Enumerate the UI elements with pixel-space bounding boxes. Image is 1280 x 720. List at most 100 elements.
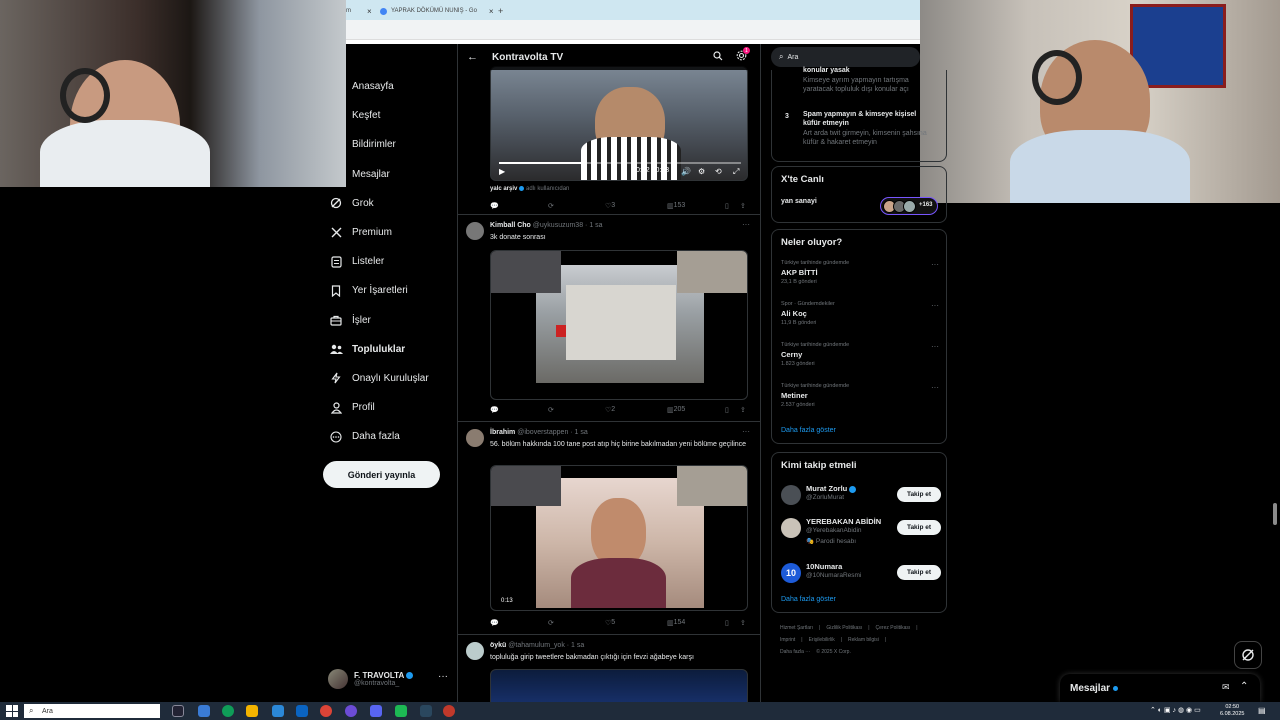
views-icon[interactable]: ▥ 153	[667, 202, 685, 210]
outlook-icon[interactable]	[296, 705, 308, 717]
nav-item-jobs[interactable]: İşler	[323, 306, 453, 335]
trend-item[interactable]: Spor · Gündemdekiler Ali Koç 11,9 B gönd…	[781, 301, 939, 341]
post-button[interactable]: Gönderi yayınla	[323, 461, 440, 488]
browser-address-bar[interactable]	[346, 20, 920, 40]
steam-icon[interactable]	[420, 705, 432, 717]
grok-button[interactable]	[1234, 641, 1262, 669]
live-listeners[interactable]: +163	[880, 197, 938, 215]
nav-item-lists[interactable]: Listeler	[323, 247, 453, 276]
follow-suggestion[interactable]: 10 10Numara @10NumaraResmi Takip et	[781, 559, 941, 589]
messages-drawer[interactable]: Mesajlar ✉ ⌃	[1060, 674, 1260, 702]
store-icon[interactable]	[272, 705, 284, 717]
bookmark-icon[interactable]: ▯	[725, 619, 729, 627]
share-icon[interactable]: ⇪	[740, 406, 746, 414]
views-icon[interactable]: ▥ 205	[667, 406, 685, 414]
like-icon[interactable]: ♡ 5	[605, 619, 615, 627]
footer-link[interactable]: Erişilebilirlik	[809, 637, 835, 643]
windows-start-icon[interactable]	[6, 705, 18, 717]
nav-item-notifications[interactable]: Bildirimler	[323, 130, 453, 159]
follow-button[interactable]: Takip et	[897, 487, 941, 502]
more-icon[interactable]: ···	[742, 427, 750, 436]
account-switcher[interactable]: F. TRAVOLTA @kontravolta_ ···	[328, 667, 452, 691]
share-icon[interactable]: ⇪	[740, 619, 746, 627]
more-icon[interactable]: ···	[931, 342, 939, 351]
follow-button[interactable]: Takip et	[897, 520, 941, 535]
search-icon[interactable]	[713, 51, 723, 64]
more-icon[interactable]: ···	[438, 671, 448, 682]
footer-link[interactable]: Hizmet Şartları	[780, 625, 813, 631]
show-more-link[interactable]: Daha fazla göster	[781, 596, 836, 603]
task-view-icon[interactable]	[172, 705, 184, 717]
tweet-video[interactable]: ▶ 0:12 / 0:33 🔊 ⚙ ⟲ ⤢	[490, 66, 748, 181]
retweet-icon[interactable]: ⟳	[548, 619, 554, 627]
search-input[interactable]: ⌕ Ara	[771, 47, 920, 67]
views-icon[interactable]: ▥ 154	[667, 619, 685, 627]
nav-item-bookmarks[interactable]: Yer İşaretleri	[323, 276, 453, 305]
chrome-icon[interactable]	[320, 705, 332, 717]
obs-icon[interactable]	[345, 705, 357, 717]
footer-link[interactable]: Çerez Politikası	[876, 625, 911, 631]
like-icon[interactable]: ♡ 3	[605, 202, 615, 210]
file-explorer-icon[interactable]	[246, 705, 258, 717]
nav-item-explore[interactable]: Keşfet	[323, 101, 453, 130]
nav-item-profile[interactable]: Profil	[323, 393, 453, 422]
more-icon[interactable]: ···	[742, 220, 750, 229]
browser-tab[interactable]: m ×	[346, 4, 372, 18]
trend-item[interactable]: Türkiye tarihinde gündemde AKP BİTTİ 23,…	[781, 260, 939, 300]
follow-button[interactable]: Takip et	[897, 565, 941, 580]
fullscreen-icon[interactable]: ⤢	[733, 167, 739, 177]
more-icon[interactable]: ···	[931, 301, 939, 310]
like-icon[interactable]: ♡ 2	[605, 406, 615, 414]
footer-link[interactable]: Daha fazla ···	[780, 649, 810, 655]
taskbar-clock[interactable]: 02:50 6.08.2025	[1220, 704, 1244, 718]
play-icon[interactable]: ▶	[499, 167, 505, 176]
back-arrow-icon[interactable]: ←	[467, 51, 478, 63]
discord-icon[interactable]	[370, 705, 382, 717]
more-icon[interactable]: ···	[931, 383, 939, 392]
loop-icon[interactable]: ⟲	[715, 167, 722, 176]
trend-item[interactable]: Türkiye tarihinde gündemde Cerny 1.823 g…	[781, 342, 939, 382]
compose-icon[interactable]: ✉	[1222, 682, 1230, 693]
video-progress[interactable]	[499, 162, 741, 164]
nav-item-communities[interactable]: Topluluklar	[323, 335, 453, 364]
nav-item-more[interactable]: Daha fazla	[323, 422, 453, 451]
follow-suggestion[interactable]: Murat Zorlu @ZorluMurat Takip et	[781, 481, 941, 511]
scrollbar-thumb[interactable]	[1273, 503, 1277, 525]
tweet-video[interactable]: 0:13	[490, 465, 748, 611]
reply-icon[interactable]: 💬	[490, 619, 499, 627]
close-icon[interactable]: ×	[367, 7, 372, 16]
footer-link[interactable]: Gizlilik Politikası	[826, 625, 862, 631]
more-icon[interactable]: ···	[931, 260, 939, 269]
reply-icon[interactable]: 💬	[490, 202, 499, 210]
edge-icon[interactable]	[222, 705, 234, 717]
live-space-host[interactable]: yan sanayi	[781, 198, 817, 205]
bookmark-icon[interactable]: ▯	[725, 202, 729, 210]
bookmark-icon[interactable]: ▯	[725, 406, 729, 414]
notification-icon[interactable]: ▤	[1258, 706, 1266, 715]
close-icon[interactable]: ×	[489, 7, 494, 16]
retweet-icon[interactable]: ⟳	[548, 202, 554, 210]
nav-item-home[interactable]: Anasayfa	[323, 72, 453, 101]
chrome-profile-icon[interactable]	[443, 705, 455, 717]
source-name[interactable]: yalc arşiv	[490, 186, 517, 192]
follow-suggestion[interactable]: YEREBAKAN ABİDİN @YerebakanAbidin 🎭 Paro…	[781, 514, 941, 550]
nav-item-verified-orgs[interactable]: Onaylı Kuruluşlar	[323, 364, 453, 393]
tweet-image[interactable]	[490, 250, 748, 400]
footer-link[interactable]: Imprint	[780, 637, 795, 643]
reply-icon[interactable]: 💬	[490, 406, 499, 414]
author-name[interactable]: öykü	[490, 642, 506, 649]
share-icon[interactable]: ⇪	[740, 202, 746, 210]
copilot-icon[interactable]	[198, 705, 210, 717]
nav-item-grok[interactable]: Grok	[323, 189, 453, 218]
nav-item-messages[interactable]: Mesajlar	[323, 160, 453, 189]
tweet[interactable]: İbrahim @iboverstappen · 1 sa ··· 56. bö…	[458, 423, 760, 635]
author-name[interactable]: İbrahim	[490, 429, 515, 436]
show-more-link[interactable]: Daha fazla göster	[781, 427, 836, 434]
footer-link[interactable]: Reklam bilgisi	[848, 637, 879, 643]
spotify-icon[interactable]	[395, 705, 407, 717]
trend-item[interactable]: Türkiye tarihinde gündemde Metiner 2.537…	[781, 383, 939, 423]
author-name[interactable]: Kimball Cho	[490, 222, 531, 229]
retweet-icon[interactable]: ⟳	[548, 406, 554, 414]
volume-icon[interactable]: 🔊	[681, 167, 691, 176]
new-tab-button[interactable]: +	[498, 4, 503, 18]
